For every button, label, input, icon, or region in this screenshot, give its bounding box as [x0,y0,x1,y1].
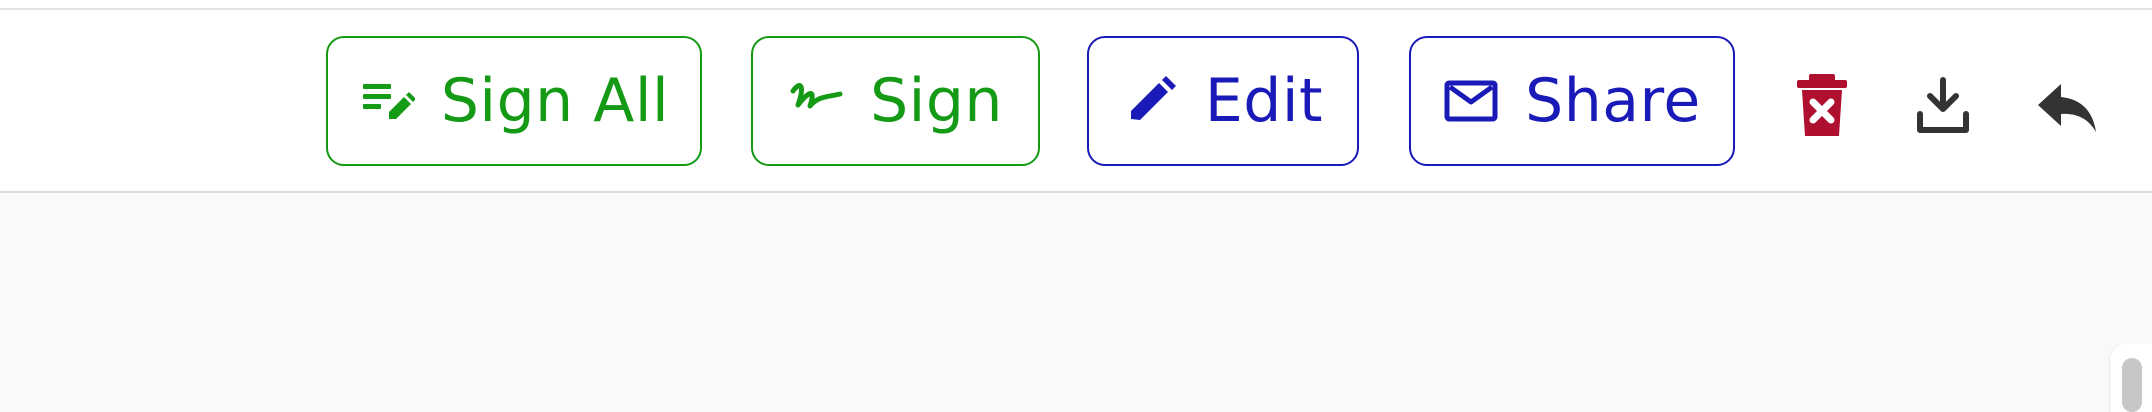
share-label: Share [1525,66,1701,136]
download-icon [1908,72,1978,142]
document-toolbar: Sign All Sign Edit Share [0,10,2152,193]
reply-icon [2030,72,2100,142]
sign-all-icon [359,73,415,129]
document-canvas [0,193,2152,412]
download-button[interactable] [1908,72,1978,142]
trash-icon [1787,72,1857,142]
sign-button[interactable]: Sign [751,36,1040,166]
sign-label: Sign [870,66,1003,136]
sign-all-button[interactable]: Sign All [326,36,702,166]
delete-button[interactable] [1787,72,1857,142]
vertical-scrollbar[interactable] [2110,344,2152,412]
mail-icon [1443,73,1499,129]
share-button[interactable]: Share [1409,36,1735,166]
scrollbar-thumb[interactable] [2122,358,2142,412]
signature-icon [788,73,844,129]
reply-button[interactable] [2030,72,2100,142]
edit-label: Edit [1204,66,1324,136]
sign-all-label: Sign All [440,66,670,136]
edit-button[interactable]: Edit [1087,36,1359,166]
document-viewer: Sign All Sign Edit Share [0,0,2152,412]
pencil-icon [1123,73,1179,129]
